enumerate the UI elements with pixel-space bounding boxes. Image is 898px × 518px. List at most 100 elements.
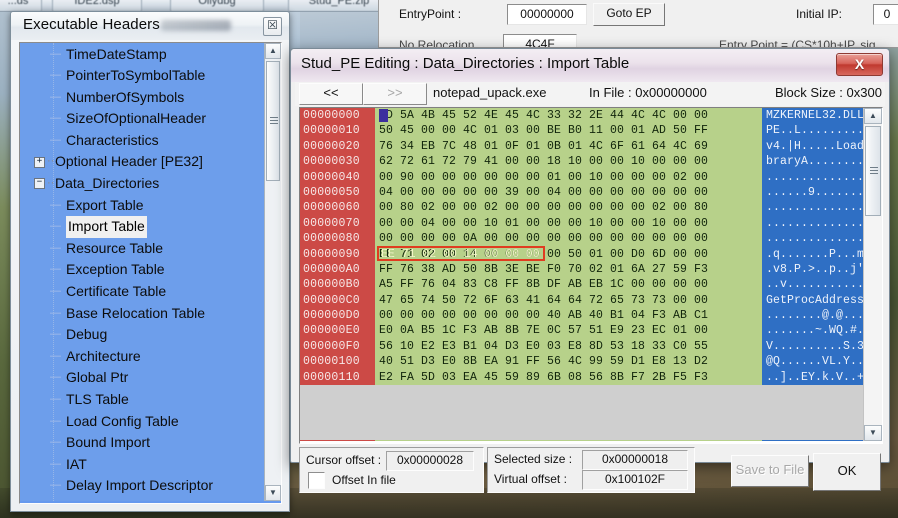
- tree-scrollbar[interactable]: ▲ ▼: [264, 43, 281, 501]
- close-icon[interactable]: X: [836, 53, 883, 76]
- hex-byte-row[interactable]: 00 80 02 00 00 02 00 00 00 00 00 00 00 0…: [375, 200, 762, 215]
- offset-in-file-checkbox[interactable]: [308, 472, 325, 489]
- tree-item-global-ptr[interactable]: — Global Ptr: [20, 367, 264, 389]
- entry-point-note: Entry Point = (CS*10h+IP..sig: [719, 38, 876, 48]
- tree-item-label: TLS Table: [66, 391, 129, 407]
- hex-byte-row[interactable]: 56 10 E2 E3 B1 04 D3 E0 03 E8 8D 53 18 3…: [375, 339, 762, 354]
- executable-headers-titlebar[interactable]: Executable Headers ☒: [11, 12, 289, 40]
- cursor-offset-value: 0x00000028: [386, 451, 474, 471]
- tree-item-label: COM+ Runtime Header: [66, 497, 213, 501]
- tree-item-com-runtime-header[interactable]: —COM+ Runtime Header: [20, 496, 264, 501]
- hex-offset-row: 00000040: [303, 170, 360, 184]
- tree-item-numberofsymbols[interactable]: — NumberOfSymbols: [20, 86, 264, 108]
- tree-item-label: Import Table: [66, 216, 147, 238]
- hex-byte-row[interactable]: 04 00 00 00 00 00 39 00 04 00 00 00 00 0…: [375, 185, 762, 200]
- tree-connector-icon: —: [50, 457, 61, 470]
- tree-item-base-relocation-table[interactable]: — Base Relocation Table: [20, 302, 264, 324]
- hex-byte-row[interactable]: 40 51 D3 E0 8B EA 91 FF 56 4C 99 59 D1 E…: [375, 354, 762, 369]
- hex-scroll-up-icon[interactable]: ▲: [864, 108, 882, 124]
- prev-block-button[interactable]: <<: [299, 83, 363, 105]
- expand-icon[interactable]: +: [34, 156, 45, 168]
- tree-item-architecture[interactable]: — Architecture: [20, 345, 264, 367]
- hex-byte-row[interactable]: 50 45 00 00 4C 01 03 00 BE B0 11 00 01 A…: [375, 123, 762, 138]
- tree-item-certificate-table[interactable]: — Certificate Table: [20, 281, 264, 303]
- hex-scrollbar-grip-icon: [870, 167, 878, 174]
- hex-byte-row[interactable]: 00 90 00 00 00 00 00 00 01 00 10 00 00 0…: [375, 170, 762, 185]
- tree-item-tls-table[interactable]: — TLS Table: [20, 389, 264, 411]
- goto-ep-button[interactable]: Goto EP: [593, 3, 665, 26]
- tree-item-exception-table[interactable]: — Exception Table: [20, 259, 264, 281]
- tree-item-resource-table[interactable]: — Resource Table: [20, 237, 264, 259]
- hex-ascii-row: ................: [766, 216, 879, 230]
- hex-byte-row[interactable]: E0 0A B5 1C F3 AB 8B 7E 0C 57 51 E9 23 E…: [375, 323, 762, 338]
- hex-bytes-column[interactable]: EE 71 02 00 14 00 00 00 4D 5A 4B 45 52 4…: [375, 108, 762, 441]
- tree-item-characteristics[interactable]: — Characteristics: [20, 129, 264, 151]
- tree-connector-icon: —: [50, 328, 61, 341]
- close-icon[interactable]: ☒: [263, 17, 282, 36]
- title-smudge: [161, 20, 231, 31]
- tree-connector-icon: —: [50, 90, 61, 103]
- hex-byte-row[interactable]: 62 72 61 72 79 41 00 00 18 10 00 00 10 0…: [375, 154, 762, 169]
- tree-item-label: IAT: [66, 455, 87, 472]
- tree-item-label: Delay Import Descriptor: [66, 477, 214, 494]
- hex-scrollbar[interactable]: ▲ ▼: [863, 108, 882, 441]
- relocation-value-field[interactable]: 4C4F: [503, 34, 577, 47]
- hex-grid[interactable]: 00000000 00000010 00000020 00000030 00000040…: [300, 108, 879, 441]
- hex-ascii-row: ................: [766, 170, 879, 184]
- tree-item-delay-import-descriptor[interactable]: — Delay Import Descriptor: [20, 475, 264, 497]
- tree-connector-icon: —: [50, 497, 66, 502]
- hex-byte-row[interactable]: FF 76 38 AD 50 8B 3E BE F0 70 02 01 6A 2…: [375, 262, 762, 277]
- tree-item-export-table[interactable]: — Export Table: [20, 194, 264, 216]
- tree-item-sizeofoptionalheader[interactable]: — SizeOfOptionalHeader: [20, 108, 264, 130]
- hex-offset-row: 00000010: [303, 124, 360, 138]
- scroll-down-icon[interactable]: ▼: [265, 485, 281, 501]
- hex-scroll-down-icon[interactable]: ▼: [864, 425, 882, 441]
- hex-offset-row: 00000110: [303, 370, 360, 384]
- tree-item-label: NumberOfSymbols: [66, 88, 185, 105]
- tree-connector-icon: —: [50, 69, 61, 82]
- initial-ip-field[interactable]: 0: [873, 4, 898, 25]
- tree-connector-icon: —: [50, 241, 61, 254]
- tree-item-label: Optional Header [PE32]: [55, 153, 203, 170]
- hex-ascii-row: braryA..........: [766, 155, 879, 169]
- hex-byte-row[interactable]: A5 FF 76 04 83 C8 FF 8B DF AB EB 1C 00 0…: [375, 277, 762, 292]
- hex-offset-row: 00000080: [303, 232, 360, 246]
- dialog-titlebar[interactable]: Stud_PE Editing : Data_Directories : Imp…: [291, 49, 889, 82]
- tree-item-load-config-table[interactable]: — Load Config Table: [20, 410, 264, 432]
- hex-byte-row[interactable]: 00 00 04 00 00 10 01 00 00 00 10 00 00 1…: [375, 216, 762, 231]
- headers-tree[interactable]: — TimeDateStamp — PointerToSymbolTable — Numb…: [20, 43, 264, 501]
- scroll-up-icon[interactable]: ▲: [265, 43, 281, 59]
- tree-item-data-directories[interactable]: − ··Data_Directories: [20, 173, 264, 195]
- tree-connector-icon: —: [50, 198, 61, 211]
- tree-item-debug[interactable]: — Debug: [20, 324, 264, 346]
- executable-headers-window: Executable Headers ☒ — TimeDateStamp — Poin…: [10, 11, 290, 512]
- tree-item-timedatestamp[interactable]: — TimeDateStamp: [20, 43, 264, 65]
- tree-item-pointertosymboltable[interactable]: — PointerToSymbolTable: [20, 65, 264, 87]
- hex-byte-row[interactable]: 4D 5A 4B 45 52 4E 45 4C 33 32 2E 44 4C 4…: [375, 108, 762, 123]
- hex-offset-column: 00000000 00000010 00000020 00000030 00000040…: [300, 108, 375, 441]
- hex-ascii-row: ..v.............: [766, 278, 879, 292]
- tree-item-iat[interactable]: — IAT: [20, 453, 264, 475]
- hex-byte-row[interactable]: 47 65 74 50 72 6F 63 41 64 64 72 65 73 7…: [375, 293, 762, 308]
- tree-item-label: Data_Directories: [55, 175, 160, 192]
- tree-item-import-table[interactable]: — Import Table: [20, 216, 264, 238]
- ok-button[interactable]: OK: [813, 453, 881, 491]
- tree-item-optional-header-pe32[interactable]: + ··Optional Header [PE32]: [20, 151, 264, 173]
- tree-scrollbar-thumb[interactable]: [266, 61, 280, 181]
- hex-offset-row: 00000090: [303, 247, 360, 261]
- hex-byte-row[interactable]: 00 00 00 00 0A 00 00 00 00 00 00 00 00 0…: [375, 231, 762, 246]
- collapse-icon[interactable]: −: [34, 178, 45, 190]
- next-block-button[interactable]: >>: [363, 83, 427, 105]
- in-file-offset-label: In File : 0x00000000: [589, 85, 707, 100]
- scrollbar-grip-icon: [270, 117, 278, 124]
- hex-byte-row[interactable]: 76 34 EB 7C 48 01 0F 01 0B 01 4C 6F 61 6…: [375, 139, 762, 154]
- taskbar-item-3[interactable]: Stud_PE.zip: [288, 0, 390, 11]
- hex-scrollbar-thumb[interactable]: [865, 126, 881, 216]
- entrypoint-field[interactable]: 00000000: [507, 4, 587, 25]
- save-to-file-button[interactable]: Save to File: [731, 455, 809, 487]
- hex-byte-row[interactable]: E2 FA 5D 03 EA 45 59 89 6B 08 56 8B F7 2…: [375, 370, 762, 385]
- hex-editor[interactable]: 00000000 00000010 00000020 00000030 00000040…: [299, 107, 883, 444]
- tree-item-bound-import[interactable]: — Bound Import: [20, 432, 264, 454]
- tree-item-label: Resource Table: [66, 239, 164, 256]
- hex-byte-row[interactable]: 00 00 00 00 00 00 00 00 40 AB 40 B1 04 F…: [375, 308, 762, 323]
